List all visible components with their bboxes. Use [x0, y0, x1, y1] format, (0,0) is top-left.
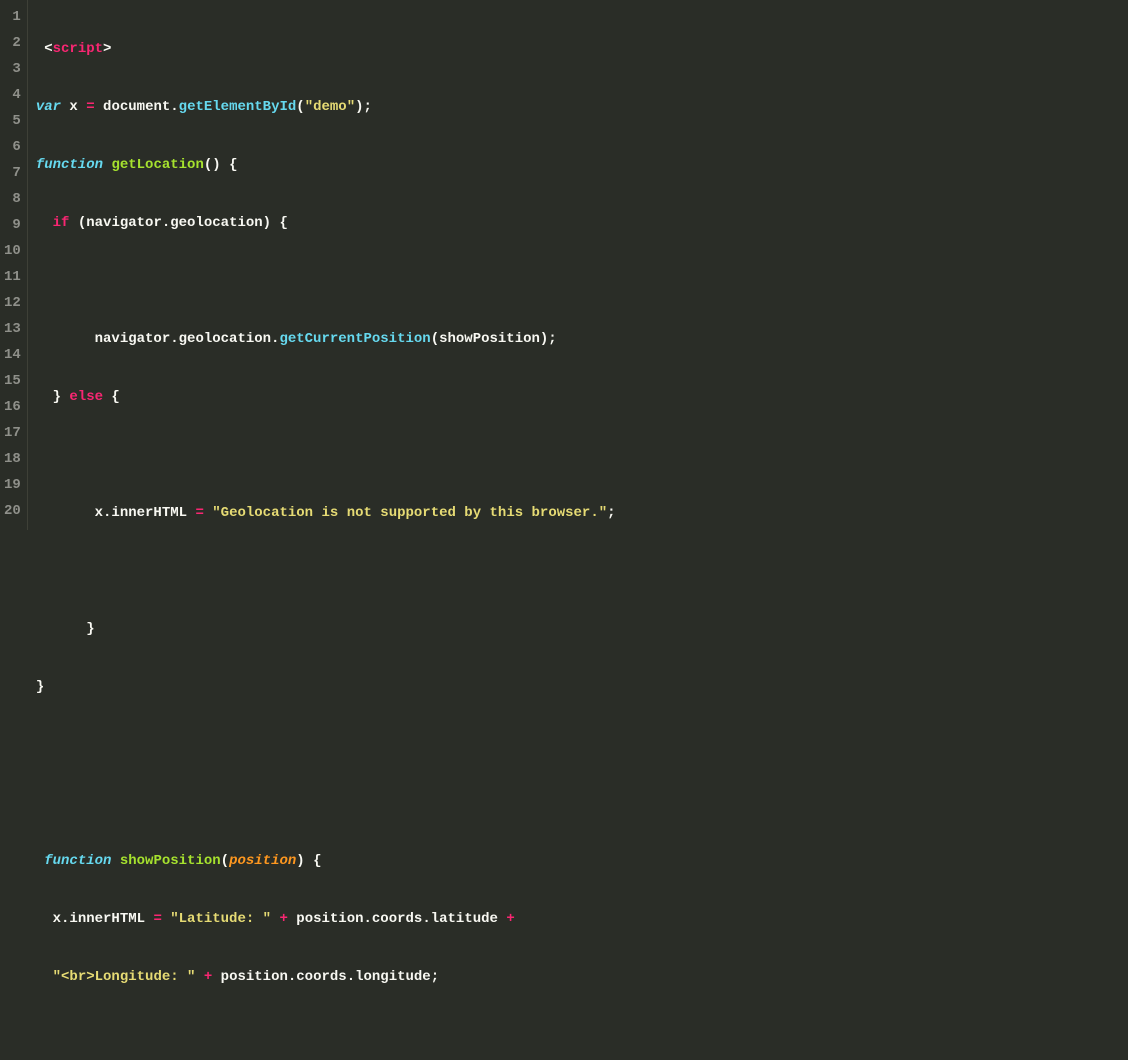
code-line[interactable]: function getLocation() {: [36, 152, 1120, 178]
code-line[interactable]: <script>: [36, 36, 1120, 62]
code-line[interactable]: function showPosition(position) {: [36, 848, 1120, 874]
code-line[interactable]: } else {: [36, 384, 1120, 410]
code-line[interactable]: "<br>Longitude: " + position.coords.long…: [36, 964, 1120, 990]
code-line[interactable]: [36, 558, 1120, 584]
line-number: 3: [4, 56, 21, 82]
code-editor[interactable]: 1 2 3 4 5 6 7 8 9 10 11 12 13 14 15 16 1…: [0, 0, 1128, 530]
line-number: 9: [4, 212, 21, 238]
line-number: 12: [4, 290, 21, 316]
code-line[interactable]: }: [36, 616, 1120, 642]
code-area[interactable]: <script> var x = document.getElementById…: [28, 0, 1128, 530]
line-number: 14: [4, 342, 21, 368]
code-line[interactable]: [36, 268, 1120, 294]
line-number: 16: [4, 394, 21, 420]
line-number: 7: [4, 160, 21, 186]
line-number: 5: [4, 108, 21, 134]
code-line[interactable]: }: [36, 674, 1120, 700]
line-number: 1: [4, 4, 21, 30]
line-number: 8: [4, 186, 21, 212]
line-number: 10: [4, 238, 21, 264]
line-number: 20: [4, 498, 21, 524]
code-line[interactable]: [36, 732, 1120, 758]
code-line[interactable]: [36, 790, 1120, 816]
line-number: 11: [4, 264, 21, 290]
line-number: 18: [4, 446, 21, 472]
line-number: 15: [4, 368, 21, 394]
code-line[interactable]: [36, 1022, 1120, 1048]
code-line[interactable]: [36, 442, 1120, 468]
code-line[interactable]: navigator.geolocation.getCurrentPosition…: [36, 326, 1120, 352]
line-number: 2: [4, 30, 21, 56]
code-line[interactable]: if (navigator.geolocation) {: [36, 210, 1120, 236]
code-line[interactable]: x.innerHTML = "Geolocation is not suppor…: [36, 500, 1120, 526]
code-line[interactable]: x.innerHTML = "Latitude: " + position.co…: [36, 906, 1120, 932]
line-number: 4: [4, 82, 21, 108]
line-number: 13: [4, 316, 21, 342]
line-number: 19: [4, 472, 21, 498]
code-line[interactable]: var x = document.getElementById("demo");: [36, 94, 1120, 120]
line-number: 17: [4, 420, 21, 446]
line-number-gutter: 1 2 3 4 5 6 7 8 9 10 11 12 13 14 15 16 1…: [0, 0, 28, 530]
line-number: 6: [4, 134, 21, 160]
